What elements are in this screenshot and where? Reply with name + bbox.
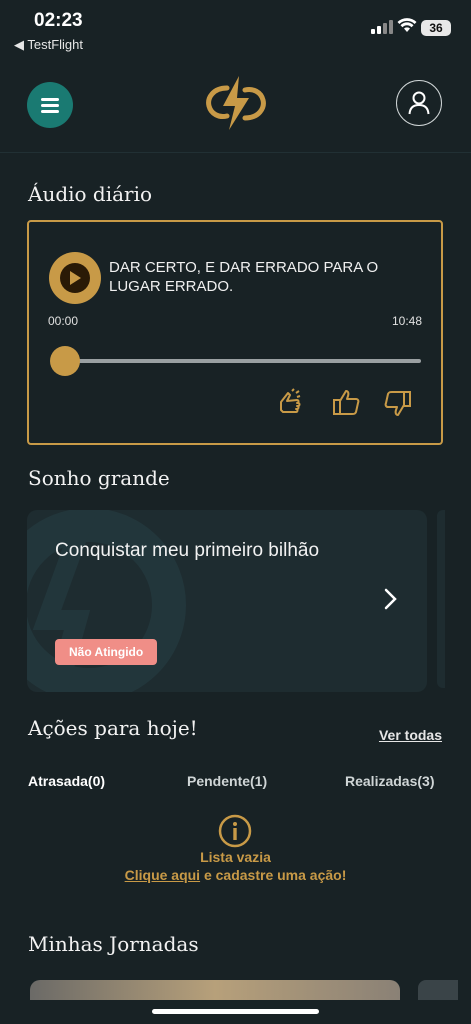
tab-overdue[interactable]: Atrasada(0) xyxy=(28,773,105,789)
menu-button[interactable] xyxy=(27,82,73,128)
back-to-testflight-link[interactable]: ◀ TestFlight xyxy=(14,37,83,53)
thumbs-up-icon[interactable] xyxy=(331,388,361,418)
applause-icon[interactable] xyxy=(277,388,307,418)
tab-pending[interactable]: Pendente(1) xyxy=(187,773,267,789)
see-all-link[interactable]: Ver todas xyxy=(379,727,442,743)
audio-track-title: DAR CERTO, E DAR ERRADO PARA O LUGAR ERR… xyxy=(109,259,379,295)
battery-indicator: 36 xyxy=(421,20,451,36)
user-icon xyxy=(408,91,430,115)
tab-done[interactable]: Realizadas(3) xyxy=(345,773,434,789)
actions-section-title: Ações para hoje! xyxy=(28,716,198,740)
audio-current-time: 00:00 xyxy=(48,314,79,328)
status-badge: Não Atingido xyxy=(55,639,158,665)
play-icon xyxy=(70,271,81,285)
dream-section-title: Sonho grande xyxy=(28,466,170,490)
empty-list-cta: Clique aqui e cadastre uma ação! xyxy=(0,867,471,883)
home-indicator xyxy=(152,1009,319,1014)
thumbs-down-icon[interactable] xyxy=(383,388,413,418)
audio-section-title: Áudio diário xyxy=(28,182,153,206)
next-journey-card-peek[interactable] xyxy=(418,980,458,1000)
status-time: 02:23 xyxy=(34,10,83,31)
dream-card[interactable]: Conquistar meu primeiro bilhão Não Ating… xyxy=(27,510,427,692)
empty-list-cta-text: e cadastre uma ação! xyxy=(200,867,347,883)
journey-card[interactable] xyxy=(30,980,400,1000)
profile-button[interactable] xyxy=(396,80,442,126)
audio-progress-thumb[interactable] xyxy=(50,346,80,376)
play-button[interactable] xyxy=(49,252,101,304)
empty-list-label: Lista vazia xyxy=(200,849,271,865)
next-dream-card-peek[interactable] xyxy=(437,510,445,688)
audio-progress-track[interactable] xyxy=(61,359,421,363)
wifi-icon xyxy=(397,18,417,32)
info-icon xyxy=(218,814,252,848)
status-bar: 02:23 ◀ TestFlight 36 xyxy=(0,0,471,60)
header-divider xyxy=(0,152,471,153)
dream-text: Conquistar meu primeiro bilhão xyxy=(55,540,320,561)
hamburger-icon xyxy=(41,95,59,116)
journeys-section-title: Minhas Jornadas xyxy=(28,932,199,956)
chevron-right-icon[interactable] xyxy=(384,588,398,610)
add-action-link[interactable]: Clique aqui xyxy=(125,867,200,883)
audio-player-card: DAR CERTO, E DAR ERRADO PARA O LUGAR ERR… xyxy=(27,220,443,445)
lightning-logo xyxy=(206,76,266,130)
signal-icon xyxy=(371,20,393,34)
audio-total-time: 10:48 xyxy=(391,314,422,328)
